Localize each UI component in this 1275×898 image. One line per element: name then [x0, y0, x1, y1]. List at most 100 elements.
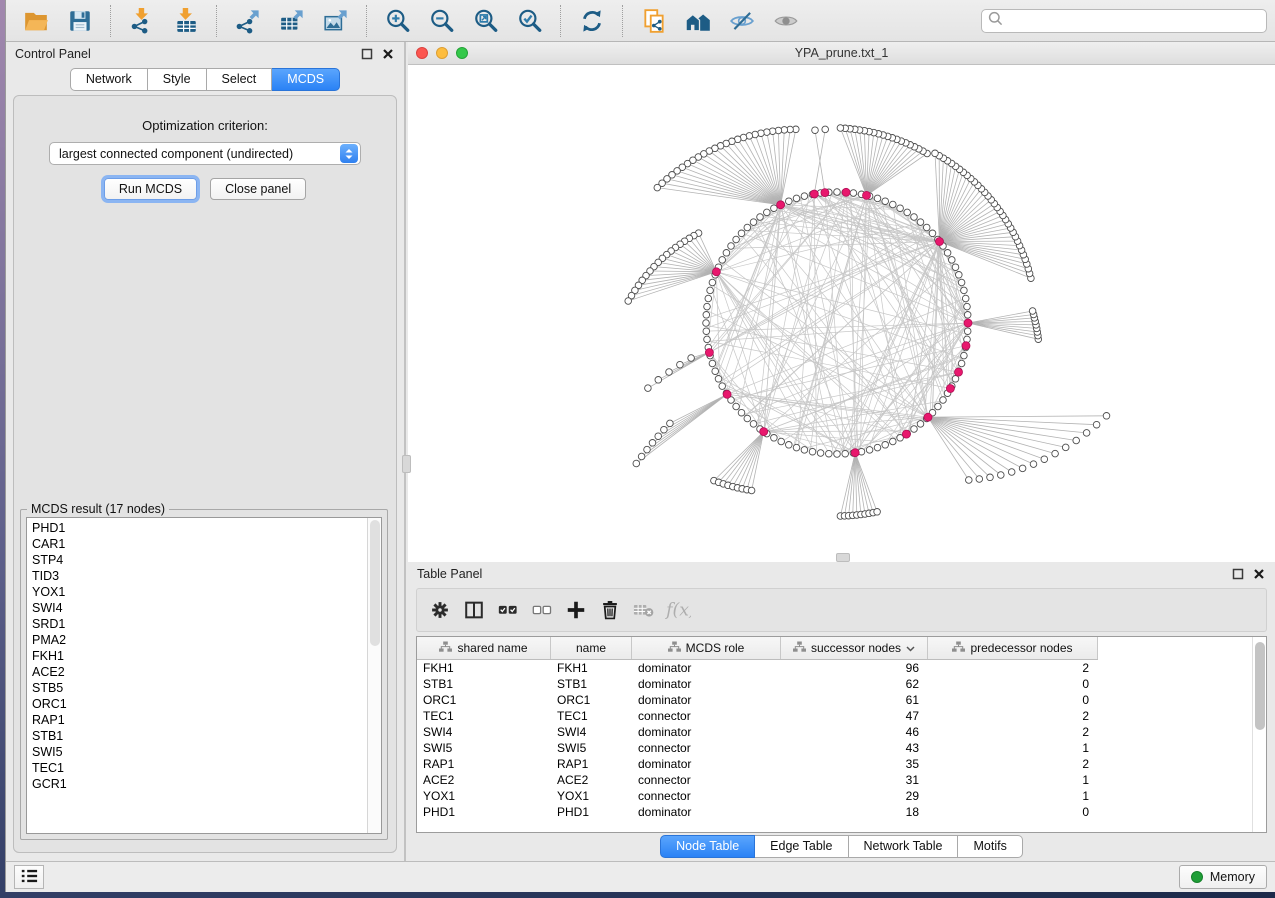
search-input[interactable]: [1008, 13, 1260, 29]
control-panel-tabbar: NetworkStyleSelectMCDS: [6, 68, 404, 91]
delete-column-icon[interactable]: [593, 593, 627, 627]
close-window-icon[interactable]: [416, 47, 428, 59]
column-type-icon: [793, 641, 806, 656]
table-row[interactable]: FKH1FKH1dominator962: [417, 660, 1252, 676]
list-item[interactable]: YOX1: [27, 584, 367, 600]
list-item[interactable]: TEC1: [27, 760, 367, 776]
tab-mcds[interactable]: MCDS: [272, 68, 340, 91]
select-all-icon[interactable]: [491, 593, 525, 627]
tab-select[interactable]: Select: [207, 68, 273, 91]
toolbar-separator: [560, 5, 562, 37]
tab-node-table[interactable]: Node Table: [660, 835, 755, 858]
duplicate-network-icon[interactable]: [636, 4, 672, 38]
close-panel-icon[interactable]: [381, 47, 395, 61]
open-session-icon[interactable]: [18, 4, 54, 38]
zoom-in-icon[interactable]: [380, 4, 416, 38]
column-header-successor-nodes[interactable]: successor nodes: [781, 637, 928, 659]
tab-edge-table[interactable]: Edge Table: [755, 835, 848, 858]
import-table-icon[interactable]: [168, 4, 204, 38]
refresh-icon[interactable]: [574, 4, 610, 38]
list-item[interactable]: SWI4: [27, 600, 367, 616]
vertical-splitter-handle[interactable]: [402, 455, 411, 473]
float-table-panel-icon[interactable]: [1231, 567, 1245, 581]
tab-network-table[interactable]: Network Table: [849, 835, 959, 858]
list-item[interactable]: ORC1: [27, 696, 367, 712]
tab-network[interactable]: Network: [70, 68, 148, 91]
table-row[interactable]: ACE2ACE2connector311: [417, 772, 1252, 788]
cell-predecessor_nodes: 1: [928, 741, 1098, 755]
cell-successor_nodes: 35: [781, 757, 928, 771]
first-neighbors-icon[interactable]: [680, 4, 716, 38]
network-window-titlebar: YPA_prune.txt_1: [408, 42, 1275, 65]
cell-shared_name: ORC1: [417, 693, 551, 707]
list-item[interactable]: GCR1: [27, 776, 367, 792]
export-network-icon[interactable]: [230, 4, 266, 38]
import-network-icon[interactable]: [124, 4, 160, 38]
table-row[interactable]: SWI5SWI5connector431: [417, 740, 1252, 756]
zoom-out-icon[interactable]: [424, 4, 460, 38]
table-row[interactable]: ORC1ORC1dominator610: [417, 692, 1252, 708]
export-table-icon[interactable]: [274, 4, 310, 38]
list-item[interactable]: SRD1: [27, 616, 367, 632]
list-item[interactable]: STB1: [27, 728, 367, 744]
cell-name: SWI4: [551, 725, 632, 739]
settings-gear-icon[interactable]: [423, 593, 457, 627]
show-all-icon[interactable]: [768, 4, 804, 38]
list-menu-icon: [19, 867, 39, 888]
horizontal-splitter-handle[interactable]: [836, 553, 850, 562]
mcds-result-title: MCDS result (17 nodes): [27, 502, 169, 516]
run-mcds-button[interactable]: Run MCDS: [104, 178, 197, 200]
memory-button[interactable]: Memory: [1179, 865, 1267, 889]
list-item[interactable]: STP4: [27, 552, 367, 568]
column-header-predecessor-nodes[interactable]: predecessor nodes: [928, 637, 1098, 659]
cell-mcds_role: connector: [632, 789, 781, 803]
list-item[interactable]: CAR1: [27, 536, 367, 552]
result-list-scrollbar[interactable]: [367, 518, 381, 833]
column-header-mcds-role[interactable]: MCDS role: [632, 637, 781, 659]
close-panel-button[interactable]: Close panel: [210, 178, 306, 200]
list-item[interactable]: FKH1: [27, 648, 367, 664]
list-item[interactable]: TID3: [27, 568, 367, 584]
list-item[interactable]: SWI5: [27, 744, 367, 760]
split-panel-icon[interactable]: [457, 593, 491, 627]
zoom-fit-icon[interactable]: [468, 4, 504, 38]
table-row[interactable]: TEC1TEC1connector472: [417, 708, 1252, 724]
zoom-window-icon[interactable]: [456, 47, 468, 59]
table-row[interactable]: YOX1YOX1connector291: [417, 788, 1252, 804]
zoom-selected-icon[interactable]: [512, 4, 548, 38]
log-console-button[interactable]: [14, 865, 44, 889]
close-table-panel-icon[interactable]: [1252, 567, 1266, 581]
table-row[interactable]: RAP1RAP1dominator352: [417, 756, 1252, 772]
table-row[interactable]: SWI4SWI4dominator462: [417, 724, 1252, 740]
network-graph[interactable]: [408, 65, 1275, 562]
column-header-shared-name[interactable]: shared name: [417, 637, 551, 659]
cell-name: PHD1: [551, 805, 632, 819]
network-canvas[interactable]: [408, 65, 1275, 562]
column-header-name[interactable]: name: [551, 637, 632, 659]
list-item[interactable]: PMA2: [27, 632, 367, 648]
mcds-panel: Optimization criterion: largest connecte…: [13, 95, 397, 853]
table-row[interactable]: PHD1PHD1dominator180: [417, 804, 1252, 820]
hide-selected-icon[interactable]: [724, 4, 760, 38]
criterion-dropdown[interactable]: largest connected component (undirected): [49, 142, 361, 165]
deselect-all-icon[interactable]: [525, 593, 559, 627]
minimize-window-icon[interactable]: [436, 47, 448, 59]
add-column-icon[interactable]: [559, 593, 593, 627]
list-item[interactable]: STB5: [27, 680, 367, 696]
mcds-result-list[interactable]: PHD1CAR1STP4TID3YOX1SWI4SRD1PMA2FKH1ACE2…: [26, 517, 382, 834]
export-image-icon[interactable]: [318, 4, 354, 38]
table-row[interactable]: STB1STB1dominator620: [417, 676, 1252, 692]
cell-mcds_role: dominator: [632, 725, 781, 739]
tab-style[interactable]: Style: [148, 68, 207, 91]
optimization-criterion-label: Optimization criterion:: [14, 118, 396, 133]
cell-successor_nodes: 46: [781, 725, 928, 739]
tab-motifs[interactable]: Motifs: [958, 835, 1022, 858]
cell-successor_nodes: 29: [781, 789, 928, 803]
float-panel-icon[interactable]: [360, 47, 374, 61]
search-field[interactable]: [981, 9, 1267, 33]
list-item[interactable]: RAP1: [27, 712, 367, 728]
save-session-icon[interactable]: [62, 4, 98, 38]
list-item[interactable]: PHD1: [27, 520, 367, 536]
table-scrollbar[interactable]: [1252, 637, 1266, 832]
list-item[interactable]: ACE2: [27, 664, 367, 680]
